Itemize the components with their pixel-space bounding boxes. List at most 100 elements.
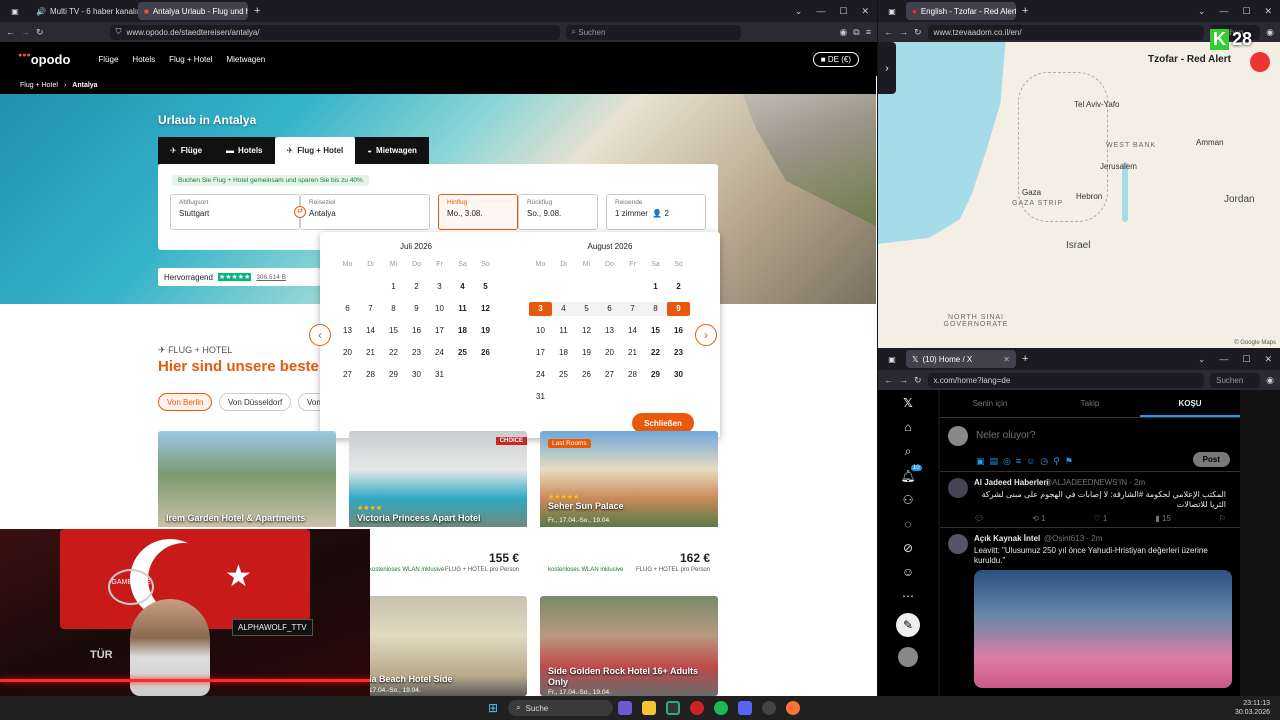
extensions-icon[interactable]: ⧉ (853, 27, 859, 38)
calendar-day[interactable]: 7 (621, 302, 644, 316)
hotel-card[interactable]: CHOICE ★★★★ Victoria Princess Apart Hote… (349, 431, 527, 581)
calendar-day[interactable]: 27 (598, 368, 621, 382)
tweet-media[interactable] (974, 570, 1232, 688)
calendar-day[interactable]: 4 (552, 302, 575, 316)
calendar-day[interactable]: 19 (474, 324, 497, 338)
maximize-icon[interactable]: ☐ (839, 6, 847, 17)
calendar-day[interactable]: 25 (451, 346, 474, 360)
tab-for-you[interactable]: Senin için (940, 390, 1040, 417)
tweet-author[interactable]: Açık Kaynak İntel (974, 534, 1040, 543)
hotel-card[interactable]: ia Beach Hotel Side 17.04.-So., 19.04. (349, 596, 527, 696)
calendar-day[interactable]: 15 (382, 324, 405, 338)
maximize-icon[interactable]: ☐ (1242, 354, 1250, 365)
calendar-day[interactable]: 31 (428, 368, 451, 382)
calendar-day[interactable]: 26 (575, 368, 598, 382)
next-month-button[interactable]: › (695, 324, 717, 346)
calendar-day[interactable]: 30 (405, 368, 428, 382)
calendar-day[interactable]: 2 (667, 280, 690, 294)
nav-hotels[interactable]: Hotels (132, 55, 155, 64)
hotel-card[interactable]: Last Rooms ★★★★★ Seher Sun Palace Fr., 1… (540, 431, 718, 581)
calendar-day[interactable]: 7 (359, 302, 382, 316)
calendar-day[interactable]: 22 (644, 346, 667, 360)
alert-map[interactable]: › Tzofar - Red Alert Tel Aviv-Yafo Jerus… (878, 42, 1280, 348)
home-icon[interactable]: ⌂ (904, 420, 911, 434)
tab-x-home[interactable]: 𝕏 (10) Home / X ✕ (906, 350, 1016, 368)
post-button[interactable]: Post (1192, 452, 1230, 467)
search-input[interactable]: ⌕ Suchen (565, 24, 741, 40)
calendar-day[interactable]: 20 (598, 346, 621, 360)
calendar-day[interactable]: 25 (552, 368, 575, 382)
hotel-card[interactable]: Side Golden Rock Hotel 16+ Adults Only F… (540, 596, 718, 696)
tab-following[interactable]: Takip (1040, 390, 1140, 417)
tweet[interactable]: Açık Kaynak İntel @Osint613 · 2m Leavitt… (940, 528, 1240, 694)
calendar-day[interactable]: 11 (451, 302, 474, 316)
new-tab-icon[interactable]: + (1022, 5, 1028, 17)
tweet[interactable]: Al Jadeed Haberleri @ALJADEEDNEWS'IN · 2… (940, 472, 1240, 528)
windows-start-icon[interactable]: ⊞ (488, 701, 498, 715)
reload-icon[interactable]: ↻ (36, 27, 44, 38)
like-icon[interactable]: ♡ 1 (1093, 514, 1107, 523)
clock[interactable]: 23:11:13 30.03.2026 (1235, 699, 1270, 717)
bookmark-icon[interactable]: ⚐ (1219, 514, 1226, 523)
nav-flug-hotel[interactable]: Flug + Hotel (169, 55, 212, 64)
calendar-day[interactable]: 17 (529, 346, 552, 360)
obs-icon[interactable] (762, 701, 777, 715)
menu-icon[interactable]: ≡ (866, 27, 871, 37)
calendar-day[interactable]: 28 (621, 368, 644, 382)
firefox-icon[interactable] (786, 701, 801, 715)
calendar-day[interactable]: 29 (382, 368, 405, 382)
calendar-day[interactable]: 1 (382, 280, 405, 294)
calendar-day[interactable]: 13 (336, 324, 359, 338)
forward-icon[interactable]: → (899, 375, 908, 385)
chevron-down-icon[interactable]: ⌄ (1198, 354, 1206, 365)
calendar-day[interactable]: 18 (552, 346, 575, 360)
maximize-icon[interactable]: ☐ (1242, 6, 1250, 17)
tab-tzofar[interactable]: ●English - Tzofar - Red Alert✕ (906, 2, 1016, 20)
calendar-day[interactable]: 23 (667, 346, 690, 360)
calendar-day[interactable]: 18 (451, 324, 474, 338)
calendar-day[interactable]: 5 (575, 302, 598, 316)
swap-icon[interactable]: ⇄ (294, 206, 306, 218)
prev-month-button[interactable]: ‹ (309, 324, 331, 346)
follow-icon[interactable]: ⚇ (903, 493, 914, 507)
calendar-day[interactable]: 13 (598, 324, 621, 338)
calendar-day[interactable]: 4 (451, 280, 474, 294)
origin-field[interactable]: Abflugsort Stuttgart (170, 194, 300, 230)
tweet-author[interactable]: Al Jadeed Haberleri (974, 478, 1049, 487)
breadcrumb-link[interactable]: Flug + Hotel (20, 82, 58, 89)
url-bar[interactable]: x.com/home?lang=de (927, 372, 1205, 388)
calendar-day[interactable]: 27 (336, 368, 359, 382)
hotel-card[interactable]: Irem Garden Hotel & Apartments (158, 431, 336, 529)
app-icon[interactable] (666, 701, 681, 715)
chevron-down-icon[interactable]: ⌄ (795, 6, 803, 17)
url-bar[interactable]: www.tzevaadom.co.il/en/ (927, 24, 1205, 40)
tab-hotels[interactable]: ▬ Hotels (214, 137, 275, 164)
compose-tools-icon[interactable]: ▣▤◎≡☺◷⚲⚑ (976, 456, 1078, 467)
tab-overview-icon[interactable]: ▣ (878, 355, 906, 364)
search-input[interactable]: Suchen (1210, 372, 1261, 388)
calendar-day[interactable]: 29 (644, 368, 667, 382)
minimize-icon[interactable]: — (1219, 6, 1228, 17)
minimize-icon[interactable]: — (1219, 354, 1228, 365)
back-icon[interactable]: ← (884, 375, 893, 385)
return-field[interactable]: Rückflug So., 9.08. (518, 194, 598, 230)
travellers-field[interactable]: Reisende 1 zimmer 👤 2 (606, 194, 706, 230)
tab-overview-icon[interactable]: ▣ (878, 7, 906, 16)
calendar-day[interactable]: 9 (405, 302, 428, 316)
back-icon[interactable]: ← (884, 27, 893, 37)
calendar-day[interactable]: 12 (575, 324, 598, 338)
calendar-day[interactable]: 9 (667, 302, 690, 316)
account-icon[interactable]: ◉ (839, 27, 847, 38)
calendar-day[interactable]: 24 (428, 346, 451, 360)
calendar-day[interactable]: 3 (529, 302, 552, 316)
tab-kosu[interactable]: KOŞU (1140, 390, 1240, 417)
calendar-day[interactable]: 22 (382, 346, 405, 360)
calendar-day[interactable]: 19 (575, 346, 598, 360)
calendar-day[interactable]: 24 (529, 368, 552, 382)
forward-icon[interactable]: → (21, 27, 30, 37)
forward-icon[interactable]: → (899, 27, 908, 37)
task-view-icon[interactable] (618, 701, 633, 715)
calendar-day[interactable]: 15 (644, 324, 667, 338)
file-explorer-icon[interactable] (642, 701, 657, 715)
more-icon[interactable]: ⋯ (902, 589, 914, 603)
